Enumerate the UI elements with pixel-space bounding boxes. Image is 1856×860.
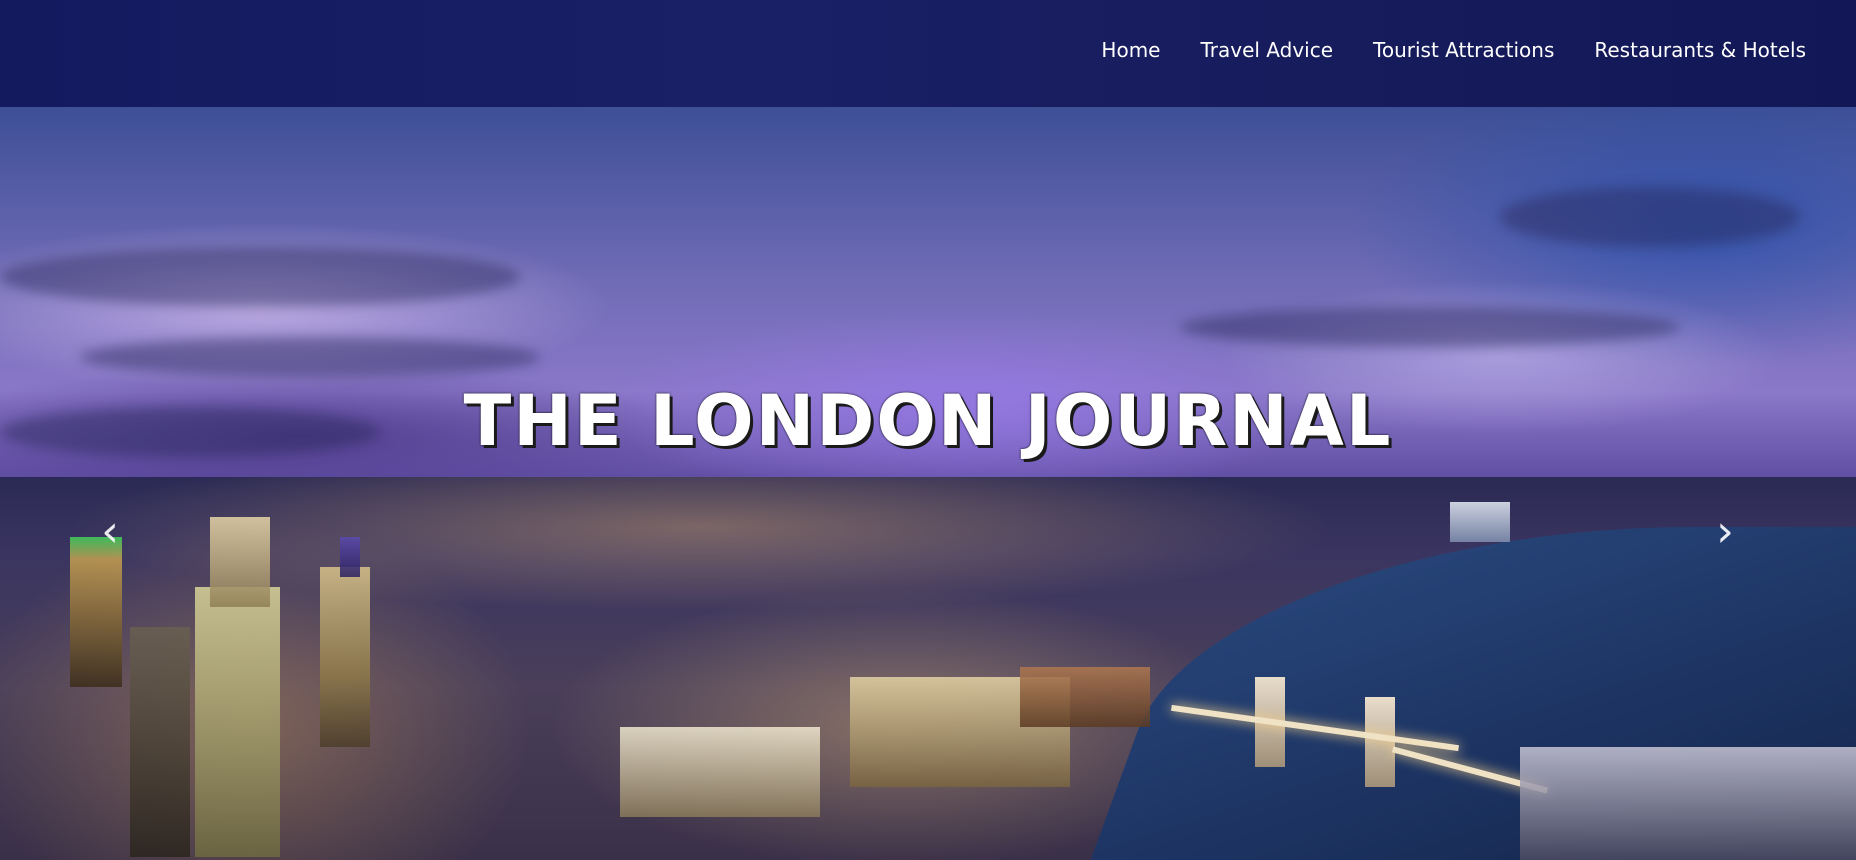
cloud-shape <box>0 247 520 307</box>
skyscraper <box>340 537 360 577</box>
cloud-shape <box>1180 307 1680 347</box>
top-navbar: Home Travel Advice Tourist Attractions R… <box>0 0 1856 107</box>
skyscraper <box>130 627 190 857</box>
bridge-tower <box>1365 697 1395 787</box>
skyscraper <box>210 517 270 607</box>
main-nav: Home Travel Advice Tourist Attractions R… <box>1081 38 1826 62</box>
nav-home[interactable]: Home <box>1081 38 1180 62</box>
cloud-shape <box>80 337 540 377</box>
skyscraper <box>70 537 122 687</box>
nav-restaurants-hotels[interactable]: Restaurants & Hotels <box>1574 38 1826 62</box>
hero-title: THE LONDON JOURNAL <box>463 380 1393 462</box>
nav-travel-advice[interactable]: Travel Advice <box>1180 38 1353 62</box>
slide-prev-button[interactable]: ‹ <box>95 507 125 557</box>
skyscraper <box>195 587 280 857</box>
skyscraper <box>1450 502 1510 542</box>
hero-slideshow: ‹ › <box>0 107 1856 860</box>
building <box>1520 747 1856 860</box>
building <box>620 727 820 817</box>
skyscraper <box>320 567 370 747</box>
building <box>1020 667 1150 727</box>
cloud-shape <box>1500 187 1800 247</box>
nav-tourist-attractions[interactable]: Tourist Attractions <box>1353 38 1574 62</box>
slide-next-button[interactable]: › <box>1710 507 1740 557</box>
